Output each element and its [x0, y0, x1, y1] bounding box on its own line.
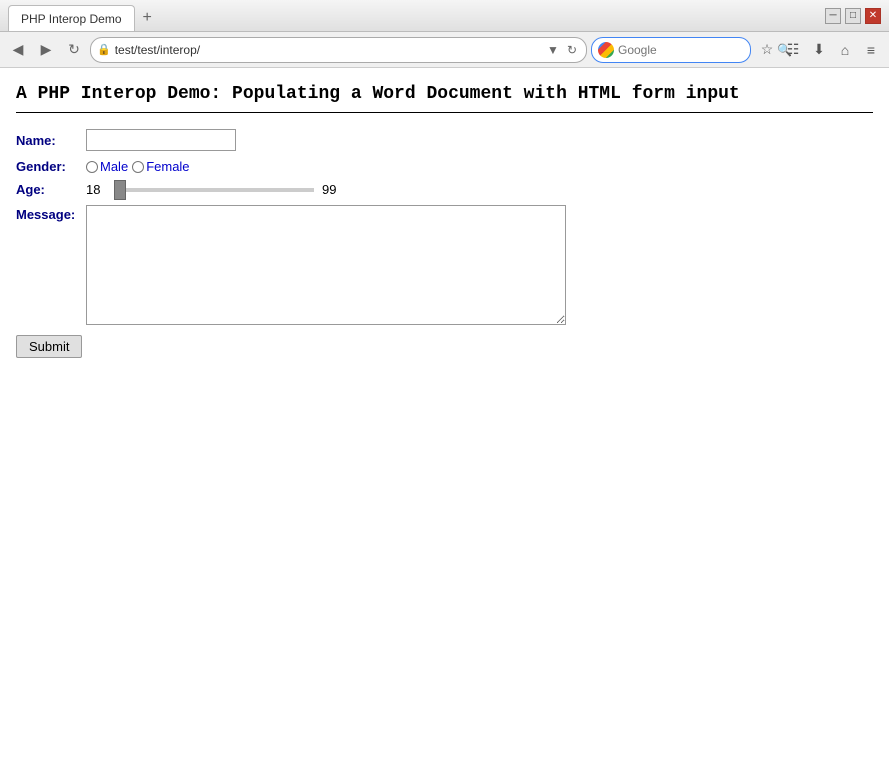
age-min-value: 18 — [86, 182, 106, 197]
close-button[interactable]: ✕ — [865, 8, 881, 24]
menu-button[interactable]: ≡ — [859, 38, 883, 62]
name-input[interactable] — [86, 129, 236, 151]
nav-tools: ☆ ☷ ⬇ ⌂ ≡ — [755, 38, 883, 62]
window-controls: ─ □ ✕ — [825, 8, 881, 24]
minimize-button[interactable]: ─ — [825, 8, 841, 24]
name-row: Name: — [16, 129, 873, 151]
gender-label: Gender: — [16, 159, 86, 174]
age-controls: 18 99 — [86, 182, 336, 197]
gender-male-radio[interactable] — [86, 161, 98, 173]
message-row: Message: — [16, 205, 873, 325]
message-textarea[interactable] — [86, 205, 566, 325]
address-refresh-button[interactable]: ↻ — [564, 42, 580, 58]
star-button[interactable]: ☆ — [755, 38, 779, 62]
active-tab[interactable]: PHP Interop Demo — [8, 5, 135, 31]
gender-radio-group: Male Female — [86, 159, 190, 174]
submit-row: Submit — [16, 335, 873, 358]
message-label: Message: — [16, 205, 86, 222]
download-icon: ⬇ — [813, 41, 825, 58]
google-icon — [598, 42, 614, 58]
age-row: Age: 18 99 — [16, 182, 873, 197]
gender-female-label[interactable]: Female — [132, 159, 189, 174]
search-bar-container: 🔍 — [591, 37, 751, 63]
address-bar-actions: ▼ ↻ — [544, 42, 580, 58]
address-dropdown-button[interactable]: ▼ — [544, 42, 562, 58]
menu-icon: ≡ — [867, 42, 875, 58]
gender-female-text: Female — [146, 159, 189, 174]
refresh-icon: ↻ — [68, 41, 80, 58]
submit-button[interactable]: Submit — [16, 335, 82, 358]
home-icon: ⌂ — [841, 42, 849, 58]
gender-male-text: Male — [100, 159, 128, 174]
gender-male-label[interactable]: Male — [86, 159, 128, 174]
name-label: Name: — [16, 133, 86, 148]
nav-bar: ◀ ▶ ↻ 🔒 ▼ ↻ 🔍 ☆ ☷ — [0, 32, 889, 68]
forward-icon: ▶ — [41, 41, 52, 58]
search-input[interactable] — [618, 43, 773, 57]
page-content: A PHP Interop Demo: Populating a Word Do… — [0, 68, 889, 757]
age-label: Age: — [16, 182, 86, 197]
title-bar: PHP Interop Demo + ─ □ ✕ — [0, 0, 889, 32]
lock-icon: 🔒 — [97, 43, 111, 56]
address-input[interactable] — [115, 43, 540, 57]
tab-area: PHP Interop Demo + — [8, 0, 825, 31]
age-label-text: Age: — [16, 182, 45, 197]
gender-female-radio[interactable] — [132, 161, 144, 173]
maximize-button[interactable]: □ — [845, 8, 861, 24]
browser-window: PHP Interop Demo + ─ □ ✕ ◀ ▶ ↻ 🔒 ▼ ↻ — [0, 0, 889, 757]
age-slider[interactable] — [114, 188, 314, 192]
age-max-value: 99 — [322, 182, 336, 197]
new-tab-button[interactable]: + — [135, 5, 160, 31]
tab-label: PHP Interop Demo — [21, 12, 122, 26]
title-divider — [16, 112, 873, 113]
download-button[interactable]: ⬇ — [807, 38, 831, 62]
refresh-button[interactable]: ↻ — [62, 38, 86, 62]
bookmark-button[interactable]: ☷ — [781, 38, 805, 62]
gender-row: Gender: Male Female — [16, 159, 873, 174]
bookmark-icon: ☷ — [787, 41, 800, 58]
home-button[interactable]: ⌂ — [833, 38, 857, 62]
address-bar-container: 🔒 ▼ ↻ — [90, 37, 587, 63]
star-icon: ☆ — [761, 41, 774, 58]
back-icon: ◀ — [13, 41, 24, 58]
page-title: A PHP Interop Demo: Populating a Word Do… — [16, 84, 873, 104]
back-button[interactable]: ◀ — [6, 38, 30, 62]
forward-button[interactable]: ▶ — [34, 38, 58, 62]
